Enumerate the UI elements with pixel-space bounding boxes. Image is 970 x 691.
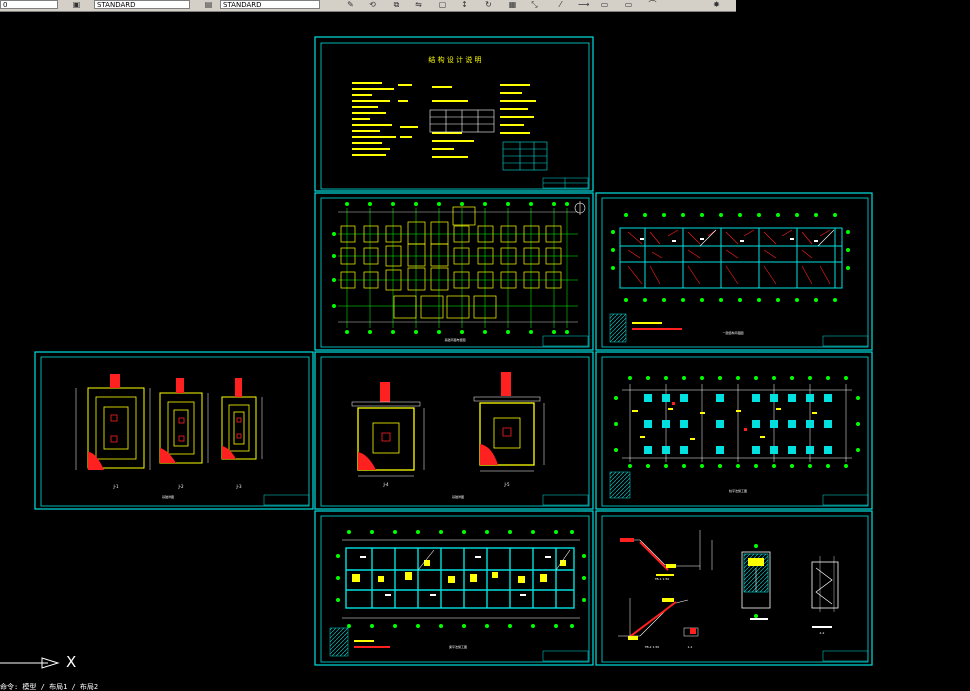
match-prop-icon[interactable]: ⟲ [368,0,377,9]
detail-label-j1: J-1 [112,484,118,489]
offset-icon[interactable]: ▢ [438,0,447,9]
drawing-canvas[interactable]: 结 构 设 计 说 明 基础平面布置图 一层结构平面图 J-1 J-2 J-3 … [0,12,970,691]
break-icon[interactable]: ▭ [600,0,609,9]
stair-label-1-1: 1-1 [688,645,693,649]
stair-label-tb2: TB-2 1:50 [644,645,660,649]
sheet4-title: 基础详图 [162,494,174,499]
array-icon[interactable]: ↕ [460,0,469,9]
stair-label-2-2: 2-2 [820,631,825,635]
detail-label-j5: J-5 [503,482,509,487]
mirror-icon[interactable]: ⇋ [414,0,423,9]
sheet2-title: 基础平面布置图 [444,337,465,342]
dim-style-combo[interactable]: STANDARD [220,0,320,9]
sheet1-title: 结 构 设 计 说 明 [428,55,481,64]
extend-icon[interactable]: ⟶ [578,0,589,9]
sheet-stair-details[interactable]: TB-1 1:50 TB-2 1:50 1-1 2-2 [595,510,873,666]
sheet-column-plan[interactable]: 柱平法施工图 [595,351,873,510]
toolbar: 0 ▣ STANDARD ▤ STANDARD ✎ ⟲ ⧉ ⇋ ▢ ↕ ↻ ▦ … [0,0,736,12]
ucs-x-axis-label: X [66,653,77,671]
sheet6-title: 柱平法施工图 [729,488,747,493]
pencil-icon[interactable]: ✎ [346,0,355,9]
rotate-icon[interactable]: ↻ [484,0,493,9]
layer-icon[interactable]: ▣ [72,0,81,9]
ucs-icon [0,657,60,669]
detail-label-j3: J-3 [235,484,241,489]
sheet-foundation-details-1[interactable]: J-1 J-2 J-3 基础详图 [34,351,314,510]
sheet-foundation-details-2[interactable]: J-4 J-5 基础详图 [314,351,594,510]
sheet-floor-plan[interactable]: 一层结构平面图 [595,192,873,351]
copy-icon[interactable]: ⧉ [392,0,401,9]
sheet-foundation-plan[interactable]: 基础平面布置图 [314,192,594,351]
explode-icon[interactable]: ✸ [712,0,721,9]
chamfer-icon[interactable]: ▭ [624,0,633,9]
sheet3-title: 一层结构平面图 [722,330,743,335]
detail-label-j2: J-2 [177,484,183,489]
stretch-icon[interactable]: ⤡ [530,0,539,9]
command-line[interactable]: 命令: 模型 / 布局1 / 布局2 [0,684,200,691]
stair-label-tb1: TB-1 1:50 [654,577,670,581]
scale-icon[interactable]: ▦ [508,0,517,9]
sheet5-title: 基础详图 [452,494,464,499]
dim-style-icon[interactable]: ▤ [204,0,213,9]
sheet-design-notes[interactable]: 结 构 设 计 说 明 [314,36,594,192]
text-style-combo[interactable]: STANDARD [94,0,190,9]
trim-icon[interactable]: ⁄ [556,0,565,9]
fillet-icon[interactable]: ⌒ [648,0,657,9]
sheet7-title: 梁平法施工图 [449,644,467,649]
sheet-beam-plan[interactable]: 梁平法施工图 [314,510,594,666]
layer-combo[interactable]: 0 [0,0,58,9]
detail-label-j4: J-4 [382,482,388,487]
